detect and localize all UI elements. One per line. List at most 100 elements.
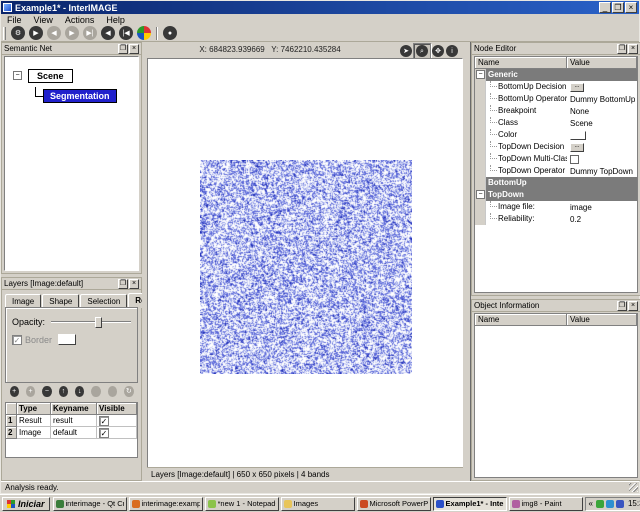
taskbar-task[interactable]: Images xyxy=(281,497,355,511)
property-row[interactable]: Reliability:0.2 xyxy=(475,213,637,225)
toolbar-grip[interactable] xyxy=(3,27,6,40)
right-splitter[interactable] xyxy=(463,42,471,481)
tab-selection[interactable]: Selection xyxy=(80,294,127,307)
run-button[interactable]: ▶ xyxy=(29,26,43,40)
tray-icon-2[interactable] xyxy=(606,500,614,508)
skip-start-button[interactable]: |◀ xyxy=(119,26,133,40)
pan-tool-button[interactable]: ✥ xyxy=(432,45,444,57)
visible-checkbox[interactable]: ✓ xyxy=(99,416,109,426)
tab-shape[interactable]: Shape xyxy=(42,294,79,307)
close-panel-icon[interactable]: × xyxy=(628,44,638,54)
tray-icon-1[interactable] xyxy=(596,500,604,508)
tray-chevron-icon[interactable]: « xyxy=(589,499,593,508)
start-label: Iniciar xyxy=(18,499,45,509)
table-row[interactable]: 1Resultresult✓ xyxy=(6,415,137,427)
semantic-net-titlebar[interactable]: Semantic Net ❐ × xyxy=(2,43,141,55)
menu-item-file[interactable]: File xyxy=(1,15,28,25)
play-button[interactable]: ▶ xyxy=(65,26,79,40)
taskbar-task[interactable]: img8 - Paint xyxy=(509,497,583,511)
restore-button[interactable]: ❐ xyxy=(612,2,624,13)
border-checkbox[interactable]: ✓ xyxy=(12,335,22,345)
color-swatch[interactable] xyxy=(570,131,586,140)
tab-image[interactable]: Image xyxy=(5,294,41,307)
extra-button-2[interactable] xyxy=(108,386,117,397)
image-canvas-area[interactable] xyxy=(147,58,463,469)
section-row-bottomup[interactable]: BottomUp xyxy=(475,177,637,189)
taskbar-task[interactable]: *new 1 - Notepad++ xyxy=(205,497,279,511)
opacity-slider[interactable] xyxy=(51,321,131,323)
taskbar-task[interactable]: interimage:examples:e... xyxy=(129,497,203,511)
close-panel-icon[interactable]: × xyxy=(129,44,139,54)
taskbar-task[interactable]: Microsoft PowerPoint - ... xyxy=(357,497,431,511)
property-row[interactable]: TopDown Decision Rule... xyxy=(475,141,637,153)
resize-grip[interactable] xyxy=(629,483,638,492)
close-button[interactable]: × xyxy=(625,2,637,13)
coordinate-y: Y: 7462210.435284 xyxy=(271,45,340,54)
opacity-slider-handle[interactable] xyxy=(95,317,102,328)
collapse-icon[interactable]: − xyxy=(476,190,485,199)
edit-button[interactable]: ... xyxy=(570,143,584,152)
add-layer-button[interactable]: + xyxy=(10,386,19,397)
property-row[interactable]: BottomUp OperatorDummy BottomUp xyxy=(475,93,637,105)
float-panel-icon[interactable]: ❐ xyxy=(617,301,627,311)
close-panel-icon[interactable]: × xyxy=(129,279,139,289)
step-forward-button[interactable]: ▶| xyxy=(83,26,97,40)
property-row[interactable]: Image file:image xyxy=(475,201,637,213)
property-row[interactable]: TopDown OperatorDummy TopDown xyxy=(475,165,637,177)
pointer-tool-button[interactable]: ➤ xyxy=(400,45,412,57)
property-row[interactable]: ClassScene xyxy=(475,117,637,129)
coordinate-x: X: 684823.939669 xyxy=(199,45,264,54)
float-panel-icon[interactable]: ❐ xyxy=(118,279,128,289)
extra-button-1[interactable] xyxy=(91,386,100,397)
collapse-icon[interactable]: − xyxy=(476,70,485,79)
remove-layer-button[interactable]: − xyxy=(42,386,51,397)
table-row[interactable]: 2Imagedefault✓ xyxy=(6,427,137,439)
float-panel-icon[interactable]: ❐ xyxy=(617,44,627,54)
property-row[interactable]: BreakpointNone xyxy=(475,105,637,117)
multi-class-checkbox[interactable] xyxy=(570,155,579,164)
desktop: Example1* - InterIMAGE _ ❐ × FileViewAct… xyxy=(0,0,640,512)
collapse-icon[interactable]: − xyxy=(13,71,22,80)
refresh-button[interactable]: ↻ xyxy=(124,386,133,397)
minimize-button[interactable]: _ xyxy=(599,2,611,13)
menu-item-help[interactable]: Help xyxy=(100,15,131,25)
start-button[interactable]: Iniciar xyxy=(2,497,50,511)
layers-titlebar[interactable]: Layers [Image:default] ❐ × xyxy=(2,278,141,290)
edit-button[interactable]: ... xyxy=(570,83,584,92)
menu-item-actions[interactable]: Actions xyxy=(59,15,101,25)
step-back-button[interactable]: ◀ xyxy=(101,26,115,40)
layers-title: Layers [Image:default] xyxy=(4,279,117,288)
task-icon xyxy=(436,500,444,508)
section-row-generic[interactable]: −Generic xyxy=(475,69,637,81)
visible-checkbox[interactable]: ✓ xyxy=(99,428,109,438)
segmentation-result-image[interactable] xyxy=(200,160,412,374)
property-row[interactable]: TopDown Multi-Class xyxy=(475,153,637,165)
section-row-topdown[interactable]: −TopDown xyxy=(475,189,637,201)
taskbar-task[interactable]: interimage - Qt Creator xyxy=(53,497,127,511)
tree-node-scene[interactable]: Scene xyxy=(28,69,73,83)
node-editor-titlebar[interactable]: Node Editor ❐ × xyxy=(472,43,640,55)
move-down-button[interactable]: ↓ xyxy=(75,386,84,397)
object-info-titlebar[interactable]: Object Information ❐ × xyxy=(472,300,640,312)
add-layer-alt-button[interactable]: + xyxy=(26,386,35,397)
property-row[interactable]: Color xyxy=(475,129,637,141)
info-tool-button[interactable]: i xyxy=(446,45,458,57)
window-titlebar[interactable]: Example1* - InterIMAGE _ ❐ × xyxy=(1,1,639,14)
colors-button[interactable] xyxy=(137,26,151,40)
snapshot-button[interactable]: ● xyxy=(163,26,177,40)
close-panel-icon[interactable]: × xyxy=(628,301,638,311)
taskbar-task[interactable]: Example1* - InterIM... xyxy=(433,497,507,511)
menu-item-view[interactable]: View xyxy=(28,15,59,25)
tray-icon-3[interactable] xyxy=(616,500,624,508)
settings-button[interactable]: ⚙ xyxy=(11,26,25,40)
tree-branch-icon xyxy=(490,105,497,111)
border-color-swatch[interactable] xyxy=(58,334,76,345)
move-up-button[interactable]: ↑ xyxy=(59,386,68,397)
back-button[interactable]: ◀ xyxy=(47,26,61,40)
float-panel-icon[interactable]: ❐ xyxy=(118,44,128,54)
tree-node-segmentation[interactable]: Segmentation xyxy=(43,89,117,103)
zoom-tool-button[interactable]: ⌕ xyxy=(416,45,428,57)
border-row: ✓ Border xyxy=(12,334,76,345)
zoom-tool-button-active-frame[interactable]: ⌕ xyxy=(413,43,431,59)
property-row[interactable]: BottomUp Decision Rule... xyxy=(475,81,637,93)
